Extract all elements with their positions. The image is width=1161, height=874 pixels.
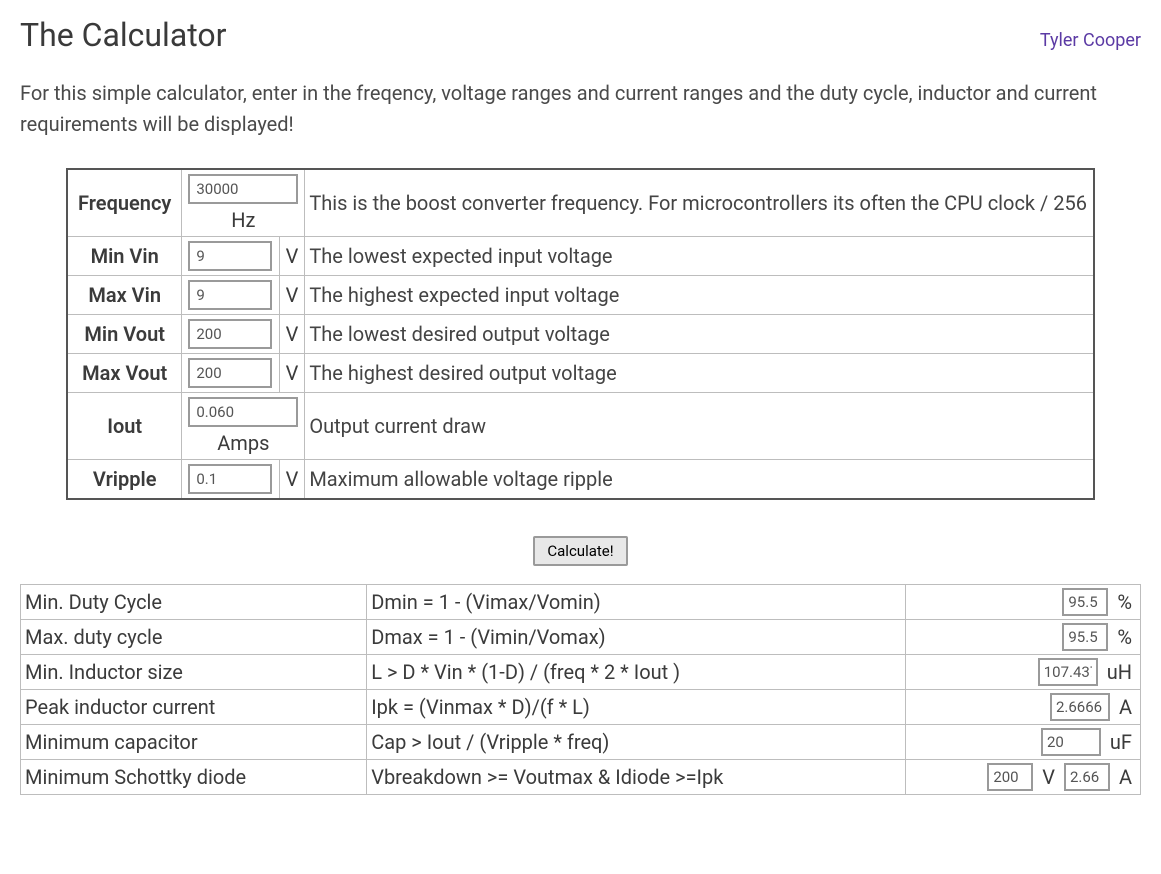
diode-a-unit: A xyxy=(1115,765,1136,789)
iout-label: Iout xyxy=(67,393,182,460)
min-vin-unit: V xyxy=(279,237,305,276)
min-vout-desc: The lowest desired output voltage xyxy=(305,315,1094,354)
max-vout-unit: V xyxy=(279,354,305,393)
diode-v-unit: V xyxy=(1038,765,1059,789)
ipk-output xyxy=(1050,693,1110,721)
frequency-input[interactable] xyxy=(188,174,298,204)
iout-desc: Output current draw xyxy=(305,393,1094,460)
max-vout-label: Max Vout xyxy=(67,354,182,393)
dmax-unit: % xyxy=(1113,625,1136,649)
dmin-label: Min. Duty Cycle xyxy=(21,585,367,620)
lmin-unit: uH xyxy=(1103,660,1136,684)
calculate-button[interactable]: Calculate! xyxy=(533,536,627,566)
diode-a-output xyxy=(1064,763,1110,791)
min-vin-label: Min Vin xyxy=(67,237,182,276)
input-table: Frequency Hz This is the boost converter… xyxy=(66,168,1095,500)
cap-formula: Cap > Iout / (Vripple * freq) xyxy=(367,725,906,760)
page-title: The Calculator xyxy=(20,16,226,54)
min-vin-input[interactable] xyxy=(188,241,272,271)
max-vout-input[interactable] xyxy=(188,358,272,388)
cap-output xyxy=(1041,728,1101,756)
frequency-unit: Hz xyxy=(188,208,298,232)
dmax-label: Max. duty cycle xyxy=(21,620,367,655)
vripple-unit: V xyxy=(279,460,305,500)
lmin-label: Min. Inductor size xyxy=(21,655,367,690)
diode-formula: Vbreakdown >= Voutmax & Idiode >=Ipk xyxy=(367,760,906,795)
dmax-output xyxy=(1062,623,1108,651)
dmin-formula: Dmin = 1 - (Vimax/Vomin) xyxy=(367,585,906,620)
ipk-label: Peak inductor current xyxy=(21,690,367,725)
vripple-label: Vripple xyxy=(67,460,182,500)
vripple-input[interactable] xyxy=(188,464,272,494)
lmin-formula: L > D * Vin * (1-D) / (freq * 2 * Iout ) xyxy=(367,655,906,690)
diode-label: Minimum Schottky diode xyxy=(21,760,367,795)
frequency-desc: This is the boost converter frequency. F… xyxy=(305,169,1094,237)
diode-v-output xyxy=(987,763,1033,791)
min-vin-desc: The lowest expected input voltage xyxy=(305,237,1094,276)
cap-unit: uF xyxy=(1106,730,1136,754)
min-vout-input[interactable] xyxy=(188,319,272,349)
cap-label: Minimum capacitor xyxy=(21,725,367,760)
author-link[interactable]: Tyler Cooper xyxy=(1040,30,1141,51)
iout-unit: Amps xyxy=(188,431,298,455)
dmin-unit: % xyxy=(1113,590,1136,614)
iout-input[interactable] xyxy=(188,397,298,427)
max-vin-label: Max Vin xyxy=(67,276,182,315)
ipk-formula: Ipk = (Vinmax * D)/(f * L) xyxy=(367,690,906,725)
dmax-formula: Dmax = 1 - (Vimin/Vomax) xyxy=(367,620,906,655)
min-vout-label: Min Vout xyxy=(67,315,182,354)
dmin-output xyxy=(1062,588,1108,616)
intro-text: For this simple calculator, enter in the… xyxy=(20,78,1141,140)
max-vin-unit: V xyxy=(279,276,305,315)
max-vin-input[interactable] xyxy=(188,280,272,310)
min-vout-unit: V xyxy=(279,315,305,354)
ipk-unit: A xyxy=(1115,695,1136,719)
lmin-output xyxy=(1038,658,1098,686)
max-vin-desc: The highest expected input voltage xyxy=(305,276,1094,315)
max-vout-desc: The highest desired output voltage xyxy=(305,354,1094,393)
results-table: Min. Duty Cycle Dmin = 1 - (Vimax/Vomin)… xyxy=(20,584,1141,795)
vripple-desc: Maximum allowable voltage ripple xyxy=(305,460,1094,500)
frequency-label: Frequency xyxy=(67,169,182,237)
